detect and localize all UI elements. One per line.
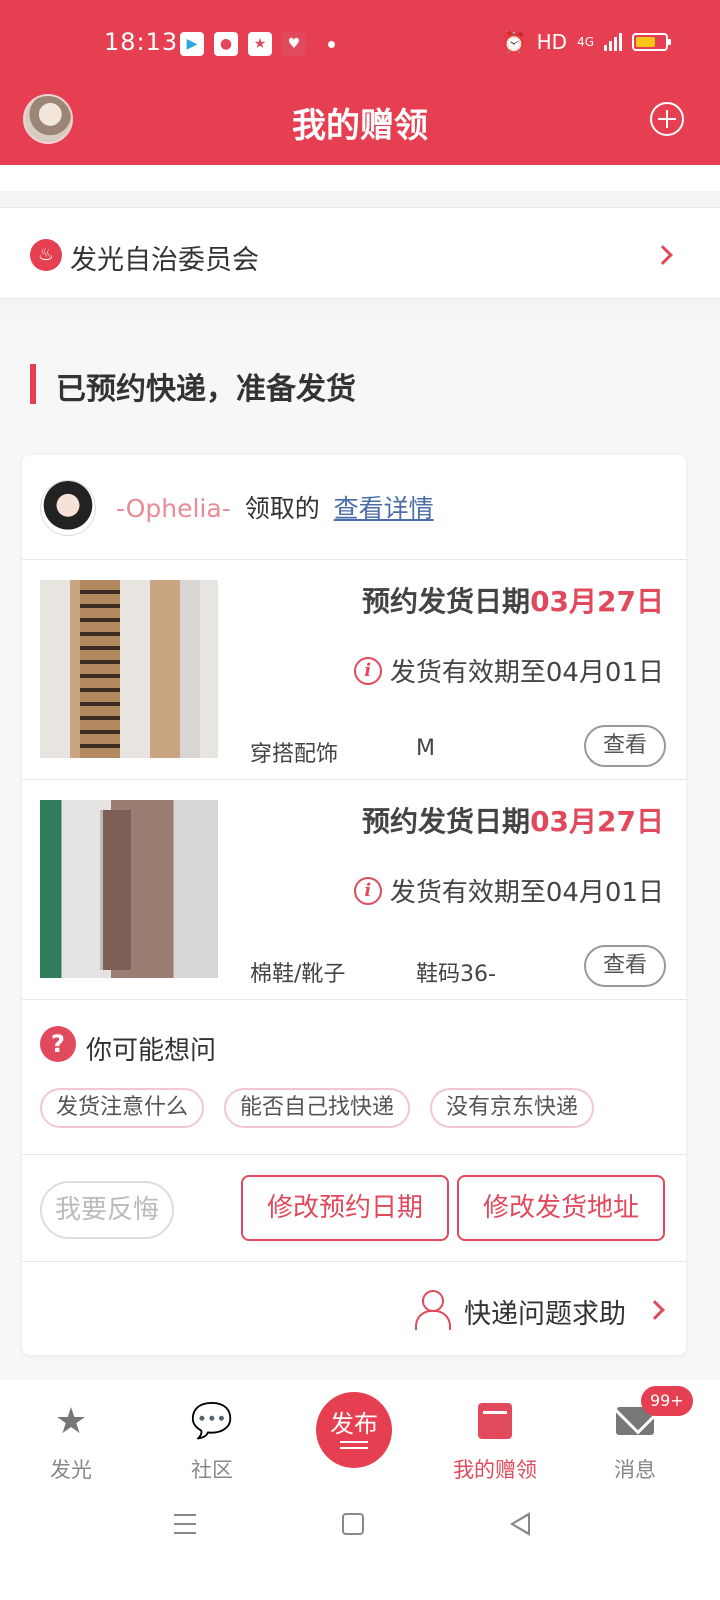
modify-date-button[interactable]: 修改预约日期 xyxy=(241,1175,449,1241)
chevron-right-icon xyxy=(653,245,673,265)
tab-my-gifts[interactable]: 我的赠领 xyxy=(445,1398,545,1484)
order-item: 预约发货日期03月27日 i 发货有效期至04月01日 棉鞋/靴子 鞋码36- … xyxy=(22,780,686,1000)
claimer-row: -Ophelia- 领取的 查看详情 xyxy=(22,455,686,560)
map-app-icon: ● xyxy=(214,32,238,56)
battery-icon xyxy=(632,33,671,51)
community-label: 发光自治委员会 xyxy=(70,245,259,276)
system-nav-bar xyxy=(0,1500,720,1600)
item-size: M xyxy=(416,736,435,761)
item-photo-boots[interactable] xyxy=(40,800,218,978)
view-button[interactable]: 查看 xyxy=(584,725,666,767)
home-icon[interactable] xyxy=(342,1513,364,1535)
star-icon: ★ xyxy=(54,1400,88,1442)
add-button[interactable] xyxy=(650,102,684,136)
faq-tag[interactable]: 能否自己找快递 xyxy=(224,1088,411,1128)
community-row[interactable]: ♨ 发光自治委员会 xyxy=(0,207,720,299)
modify-address-button[interactable]: 修改发货地址 xyxy=(457,1175,665,1241)
item-photo-scarf[interactable] xyxy=(40,580,218,758)
regret-button[interactable]: 我要反悔 xyxy=(40,1181,174,1239)
validity-row: i 发货有效期至04月01日 xyxy=(353,872,664,909)
ship-date-label: 预约发货日期 xyxy=(362,585,531,618)
info-icon: i xyxy=(353,656,382,685)
validity-text: 发货有效期至04月01日 xyxy=(389,658,664,688)
view-button[interactable]: 查看 xyxy=(584,945,666,987)
hd-label: HD xyxy=(536,30,568,54)
chat-bubble-icon: 💬 xyxy=(190,1401,234,1441)
main-content: 已预约快递，准备发货 -Ophelia- 领取的 查看详情 预约发货日期03月2… xyxy=(0,320,720,1380)
publish-label: 发布 xyxy=(330,1410,378,1438)
back-icon[interactable] xyxy=(510,1512,530,1536)
order-card: -Ophelia- 领取的 查看详情 预约发货日期03月27日 i 发货有效期至… xyxy=(22,455,686,1355)
tab-label: 发光 xyxy=(50,1458,92,1482)
ship-date-value: 03月27日 xyxy=(530,585,664,618)
validity-text: 发货有效期至04月01日 xyxy=(389,878,664,908)
publish-icon xyxy=(340,1441,368,1449)
video-app-icon: ▶ xyxy=(180,32,204,56)
header-spacer xyxy=(0,165,720,191)
faq-tags: 发货注意什么 能否自己找快递 没有京东快递 xyxy=(40,1088,595,1128)
ship-date: 预约发货日期03月27日 xyxy=(362,580,664,620)
section-title: 已预约快递，准备发货 xyxy=(56,372,356,407)
claimer-text: -Ophelia- 领取的 查看详情 xyxy=(116,489,434,525)
publish-button[interactable]: 发布 xyxy=(316,1392,392,1468)
ship-date-value: 03月27日 xyxy=(530,805,664,838)
signal-icon xyxy=(604,33,622,51)
network-label: 4G xyxy=(577,35,594,49)
person-icon xyxy=(414,1290,451,1330)
status-right: ⏰ HD 4G xyxy=(501,30,671,54)
validity-row: i 发货有效期至04月01日 xyxy=(353,652,664,689)
menu-icon[interactable] xyxy=(174,1514,196,1534)
claimer-avatar[interactable] xyxy=(40,480,96,536)
question-icon: ? xyxy=(40,1026,76,1062)
faq-title: 你可能想问 xyxy=(86,1036,217,1066)
item-category: 穿搭配饰 xyxy=(250,742,339,767)
bottom-tab-bar: ★ 发光 💬 社区 发布 我的赠领 消息 99+ xyxy=(0,1380,720,1500)
claimed-label: 领取的 xyxy=(244,494,320,523)
faq-tag[interactable]: 没有京东快递 xyxy=(430,1088,595,1128)
faq-section: ? 你可能想问 发货注意什么 能否自己找快递 没有京东快递 xyxy=(22,1000,686,1155)
chevron-right-icon xyxy=(645,1300,665,1320)
tab-messages[interactable]: 消息 99+ xyxy=(585,1386,693,1484)
claimer-name[interactable]: -Ophelia- xyxy=(116,494,231,523)
view-details-link[interactable]: 查看详情 xyxy=(334,494,434,523)
tab-label: 消息 xyxy=(614,1458,656,1482)
action-row: 我要反悔 修改预约日期 修改发货地址 xyxy=(22,1155,686,1262)
tab-label: 我的赠领 xyxy=(453,1458,537,1482)
tab-community[interactable]: 💬 社区 xyxy=(162,1398,262,1484)
item-category: 棉鞋/靴子 xyxy=(250,962,346,987)
faq-tag[interactable]: 发货注意什么 xyxy=(40,1088,205,1128)
tab-label: 社区 xyxy=(191,1458,233,1482)
courier-help-row[interactable]: 快递问题求助 xyxy=(22,1262,686,1355)
item-size: 鞋码36- xyxy=(416,962,496,987)
page-title: 我的赠领 xyxy=(292,106,428,146)
notification-dot xyxy=(328,40,335,48)
info-icon: i xyxy=(353,876,382,905)
committee-icon: ♨ xyxy=(30,239,62,271)
star-app-icon: ★ xyxy=(248,32,272,56)
header: 我的赠领 xyxy=(0,88,720,165)
heart-app-icon: ♥ xyxy=(282,32,306,56)
top-bar: 18:13 ▶ ● ★ ♥ ⏰ HD 4G 我的赠领 xyxy=(0,0,720,165)
unread-badge: 99+ xyxy=(641,1386,693,1416)
ship-date: 预约发货日期03月27日 xyxy=(362,800,664,840)
section-accent-bar xyxy=(30,364,36,404)
order-item: 预约发货日期03月27日 i 发货有效期至04月01日 穿搭配饰 M 查看 xyxy=(22,560,686,780)
gift-box-icon xyxy=(478,1403,512,1439)
ship-date-label: 预约发货日期 xyxy=(362,805,531,838)
courier-help-label: 快递问题求助 xyxy=(464,1299,626,1330)
status-bar: 18:13 ▶ ● ★ ♥ ⏰ HD 4G xyxy=(0,0,720,88)
tab-glow[interactable]: ★ 发光 xyxy=(21,1398,121,1484)
status-app-icons: ▶ ● ★ ♥ xyxy=(180,32,335,56)
alarm-icon: ⏰ xyxy=(501,30,527,54)
status-time: 18:13 xyxy=(104,28,179,56)
